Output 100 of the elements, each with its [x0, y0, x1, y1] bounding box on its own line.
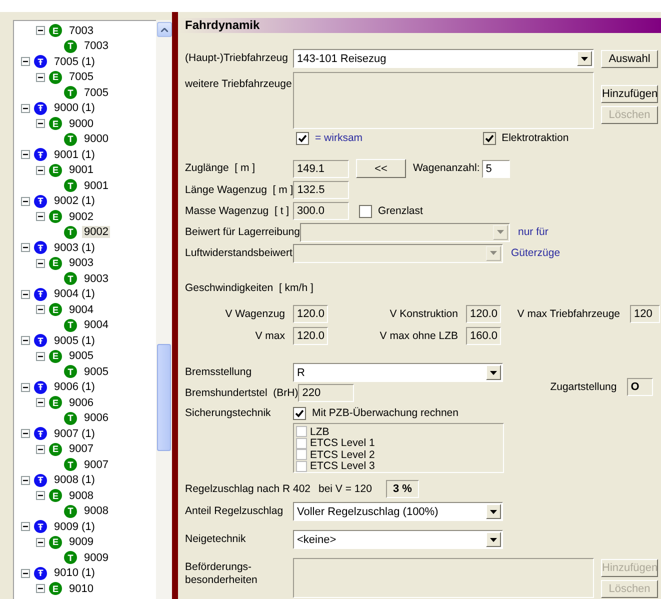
node-icon: Ŧ — [34, 380, 47, 394]
tree-item[interactable]: 9008 (1) — [52, 474, 97, 486]
checkbox-label: = wirksam — [315, 132, 363, 144]
field-label: Zuglänge [ m ] — [185, 162, 256, 175]
collapse-icon[interactable] — [36, 119, 45, 128]
tree-item[interactable]: 9008 — [67, 490, 96, 502]
tree-item[interactable]: 9005 (1) — [52, 334, 97, 347]
tree-item[interactable]: 9004 — [67, 304, 96, 316]
tree-item[interactable]: 9003 — [67, 257, 96, 270]
tree-item[interactable]: 9004 (1) — [52, 288, 97, 300]
tree-item[interactable]: 9005 — [67, 350, 96, 362]
collapse-icon[interactable] — [21, 150, 30, 160]
tree-item[interactable]: 9009 — [67, 536, 96, 548]
collapse-icon[interactable] — [36, 305, 45, 314]
checkbox[interactable] — [296, 426, 307, 438]
tree-item[interactable]: 7003 — [82, 40, 110, 52]
checkbox[interactable] — [296, 132, 309, 144]
node-icon: Ŧ — [34, 566, 47, 580]
collapse-icon[interactable] — [21, 522, 30, 532]
collapse-icon[interactable] — [21, 476, 30, 485]
node-icon: Ŧ — [34, 427, 47, 440]
field-label: Sicherungstechnik — [185, 406, 272, 420]
collapse-icon[interactable] — [36, 212, 45, 222]
tree-item[interactable]: 9009 (1) — [52, 520, 97, 533]
list-box[interactable] — [293, 558, 594, 598]
tree-item[interactable]: 9010 — [67, 582, 96, 595]
count-input[interactable]: 5 — [482, 160, 510, 178]
scrollbar-thumb[interactable] — [157, 344, 171, 451]
tree-item[interactable]: 7003 — [67, 24, 96, 37]
node-icon: E — [49, 24, 62, 38]
scrollbar[interactable] — [156, 20, 172, 599]
tree-item[interactable]: 9002 — [67, 210, 96, 223]
tree-item[interactable]: 9010 (1) — [52, 567, 97, 580]
tree-item[interactable]: 9005 — [82, 366, 110, 378]
checkbox[interactable] — [293, 406, 306, 420]
checkbox[interactable] — [296, 438, 307, 449]
collapse-icon[interactable] — [36, 444, 45, 454]
tree-item[interactable]: 9009 — [82, 552, 110, 564]
collapse-icon[interactable] — [36, 352, 45, 361]
hint-text: Güterzüge — [511, 246, 560, 260]
tree-item[interactable]: 7005 — [82, 86, 110, 99]
node-icon: Ŧ — [34, 148, 47, 162]
add-button[interactable]: Hinzufügen — [601, 85, 658, 103]
collapse-icon[interactable] — [36, 491, 45, 500]
collapse-icon[interactable] — [21, 104, 30, 113]
collapse-icon[interactable] — [21, 243, 30, 252]
tree-item[interactable]: 9003 (1) — [52, 242, 97, 254]
collapse-icon[interactable] — [36, 72, 45, 82]
field-label: Beförderungs- besonderheiten — [185, 560, 258, 587]
checkbox-label: LZB — [310, 426, 330, 438]
collapse-icon[interactable] — [21, 382, 30, 392]
tree-item[interactable]: 9001 — [67, 164, 96, 176]
collapse-icon[interactable] — [21, 336, 30, 346]
tree-item[interactable]: 9000 — [82, 133, 110, 146]
collapse-icon[interactable] — [36, 398, 45, 408]
node-icon: E — [49, 303, 62, 316]
tree-item[interactable]: 9004 — [82, 319, 110, 332]
tree-item[interactable]: 9007 — [67, 443, 96, 456]
select-button[interactable]: Auswahl — [601, 50, 658, 68]
tree-item[interactable]: 9002 — [82, 226, 110, 238]
tree-item[interactable]: 9003 — [82, 272, 110, 285]
collapse-icon[interactable] — [21, 57, 30, 66]
collapse-icon[interactable] — [36, 584, 45, 594]
scroll-up-button[interactable] — [156, 22, 172, 37]
tree-item[interactable]: 9000 (1) — [52, 102, 97, 114]
collapse-icon[interactable] — [36, 166, 45, 175]
tree-item[interactable]: 9007 — [82, 458, 110, 471]
checkbox[interactable] — [296, 460, 307, 472]
collapse-icon[interactable] — [36, 538, 45, 547]
checkbox[interactable] — [359, 204, 372, 218]
tree-item[interactable]: 9000 — [67, 118, 96, 130]
tree-item[interactable]: 9006 — [67, 396, 96, 409]
tree-item[interactable]: 9007 (1) — [52, 428, 97, 440]
tree-item[interactable]: 7005 (1) — [52, 56, 97, 68]
collapse-icon[interactable] — [21, 568, 30, 578]
checkbox[interactable] — [296, 449, 307, 460]
dropdown[interactable]: R — [293, 363, 503, 382]
tree-item[interactable]: 9008 — [82, 505, 110, 518]
field-label: Masse Wagenzug [ t ] — [185, 204, 290, 218]
collapse-icon[interactable] — [21, 290, 30, 299]
field-label: (Haupt-)Triebfahrzeug — [185, 52, 289, 65]
tree-item[interactable]: 9001 — [82, 180, 110, 192]
checkbox-label: Grenzlast — [378, 205, 423, 217]
tree-item[interactable]: 9006 — [82, 412, 110, 424]
collapse-icon[interactable] — [36, 26, 45, 36]
dropdown[interactable]: Voller Regelzuschlag (100%) — [293, 502, 503, 521]
dropdown[interactable]: 143-101 Reisezug — [293, 49, 594, 68]
checkbox[interactable] — [482, 132, 496, 144]
node-icon: Ŧ — [34, 288, 47, 301]
collapse-icon[interactable] — [21, 429, 30, 438]
dropdown-arrow-icon — [581, 56, 588, 60]
tree-item[interactable]: 9001 (1) — [52, 148, 97, 161]
apply-button[interactable]: << — [356, 159, 406, 178]
dropdown[interactable]: <keine> — [293, 530, 503, 549]
collapse-icon[interactable] — [36, 258, 45, 268]
tree-item[interactable]: 7005 — [67, 71, 96, 84]
speed-label: V Konstruktion — [388, 308, 458, 320]
tree-item[interactable]: 9006 (1) — [52, 381, 97, 394]
collapse-icon[interactable] — [21, 196, 30, 206]
tree-item[interactable]: 9002 (1) — [52, 195, 97, 208]
